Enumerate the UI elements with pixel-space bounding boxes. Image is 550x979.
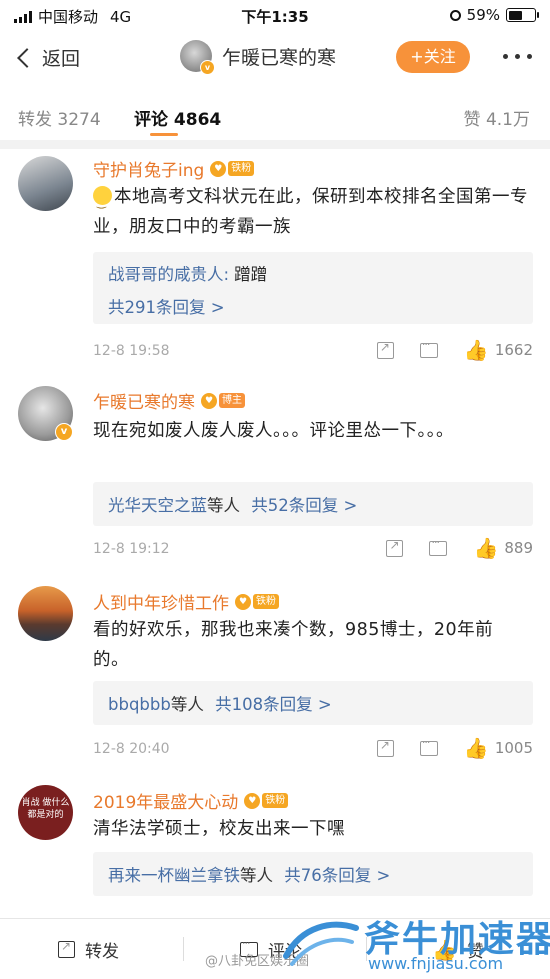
comment-text: 清华法学硕士，校友出来一下嘿 (93, 819, 345, 839)
share-icon (58, 939, 75, 958)
repost-button[interactable]: 转发 (58, 937, 119, 962)
verified-icon: v (55, 423, 73, 441)
comment-meta: 12-8 20:40 👍 1005 (93, 736, 533, 762)
avatar[interactable] (18, 156, 73, 211)
active-tab-indicator (150, 133, 178, 136)
post-author-name: 乍暖已寒的寒 (222, 46, 337, 69)
divider (0, 140, 550, 149)
reply-icon[interactable] (429, 536, 448, 556)
tab-likes[interactable]: 赞 4.1万 (464, 105, 530, 130)
heart-icon: ♥ (210, 160, 227, 177)
avatar: v (180, 40, 215, 75)
battery-percent: 59% (466, 6, 500, 24)
fan-badge: ♥ 铁粉 (210, 160, 255, 177)
reply-author[interactable]: 再来一杯幽兰拿铁 (108, 866, 240, 885)
comment-meta: 12-8 19:58 👍 1662 (93, 338, 533, 364)
reply-author[interactable]: bbqbbb (108, 695, 171, 714)
brand-url: www.fnjiasu.com (368, 954, 504, 973)
comment-author-name: 守护肖兔子ing (93, 161, 205, 181)
reply-text: 蹭蹭 (229, 265, 268, 284)
author-badge: ♥ 博主 (201, 392, 245, 409)
reply-count-link[interactable]: 共76条回复 > (284, 866, 390, 885)
chevron-left-icon (17, 47, 37, 68)
like-icon[interactable]: 👍 (464, 738, 489, 758)
separator (183, 937, 184, 961)
like-count: 1005 (494, 739, 533, 757)
smile-emoji-icon (93, 186, 112, 218)
reply-preview[interactable]: 战哥哥的咸贵人: 蹭蹭 共291条回复 > (93, 252, 533, 324)
brand-watermark: 斧牛加速器 www.fnjiasu.com (278, 910, 550, 978)
post-author[interactable]: v 乍暖已寒的寒 (180, 40, 337, 75)
heart-icon: ♥ (244, 792, 261, 809)
like-count: 1662 (494, 341, 533, 359)
reply-author[interactable]: 战哥哥的咸贵人: (108, 265, 229, 284)
comment-author[interactable]: 2019年最盛大心动 ♥ 铁粉 (93, 788, 289, 813)
reply-preview[interactable]: bbqbbb等人 共108条回复 > (93, 681, 533, 725)
reply-icon[interactable] (419, 736, 438, 756)
comment-date: 12-8 19:58 (93, 343, 170, 359)
reply-author[interactable]: 光华天空之蓝 (108, 496, 207, 515)
tab-bar: 转发 3274 评论 4864 赞 4.1万 (0, 95, 550, 136)
reply-preview[interactable]: 再来一杯幽兰拿铁等人 共76条回复 > (93, 852, 533, 896)
share-icon[interactable] (386, 538, 404, 557)
comment-text: 现在宛如废人废人废人。。。评论里怂一下。。。 (93, 421, 454, 441)
reply-icon[interactable] (419, 338, 438, 358)
brand-logo-icon (283, 921, 359, 966)
like-icon[interactable]: 👍 (473, 538, 498, 558)
rotation-lock-icon (449, 9, 461, 21)
more-icon[interactable] (503, 54, 532, 59)
tab-repost[interactable]: 转发 3274 (18, 105, 101, 130)
comment-text: 本地高考文科状元在此，保研到本校排名全国第一专业，朋友口中的考霸一族 (93, 182, 528, 242)
share-icon[interactable] (376, 340, 394, 359)
comment-author[interactable]: 守护肖兔子ing ♥ 铁粉 (93, 156, 255, 181)
comment-author[interactable]: 乍暖已寒的寒 ♥ 博主 (93, 388, 245, 413)
reply-count-link[interactable]: 共52条回复 > (251, 496, 357, 515)
back-button[interactable]: 返回 (14, 44, 80, 71)
comment-date: 12-8 19:12 (93, 541, 170, 557)
follow-button[interactable]: +关注 (396, 41, 470, 73)
nav-bar: 返回 v 乍暖已寒的寒 +关注 (0, 30, 550, 85)
reply-preview[interactable]: 光华天空之蓝等人 共52条回复 > (93, 482, 533, 526)
comment-author-name: 2019年最盛大心动 (93, 793, 239, 813)
avatar[interactable] (18, 586, 73, 641)
comment-author[interactable]: 人到中年珍惜工作 ♥ 铁粉 (93, 589, 279, 614)
comment-author-name: 乍暖已寒的寒 (93, 393, 195, 413)
back-label: 返回 (42, 48, 81, 70)
reply-count-link[interactable]: 共291条回复 > (108, 294, 225, 318)
comment-date: 12-8 20:40 (93, 741, 170, 757)
heart-icon: ♥ (235, 593, 251, 610)
like-icon[interactable]: 👍 (464, 340, 489, 360)
share-icon[interactable] (376, 738, 394, 757)
tab-comments[interactable]: 评论 4864 (134, 105, 221, 130)
fan-badge: ♥ 铁粉 (244, 792, 289, 809)
verified-icon: v (200, 60, 215, 75)
fan-badge: ♥ 铁粉 (235, 593, 279, 610)
avatar[interactable]: 肖战 做什么 都是对的 (18, 785, 73, 840)
reply-count-link[interactable]: 共108条回复 > (215, 695, 332, 714)
comment-text: 看的好欢乐，那我也来凑个数，985博士，20年前的。 (93, 620, 494, 670)
comment-meta: 12-8 19:12 👍 889 (93, 536, 533, 562)
like-count: 889 (504, 539, 533, 557)
heart-icon: ♥ (201, 392, 217, 409)
battery-icon (506, 8, 539, 22)
avatar[interactable]: v (18, 386, 73, 441)
status-bar: 中国移动 4G 下午1:35 59% (0, 0, 550, 30)
comment-author-name: 人到中年珍惜工作 (93, 594, 229, 614)
